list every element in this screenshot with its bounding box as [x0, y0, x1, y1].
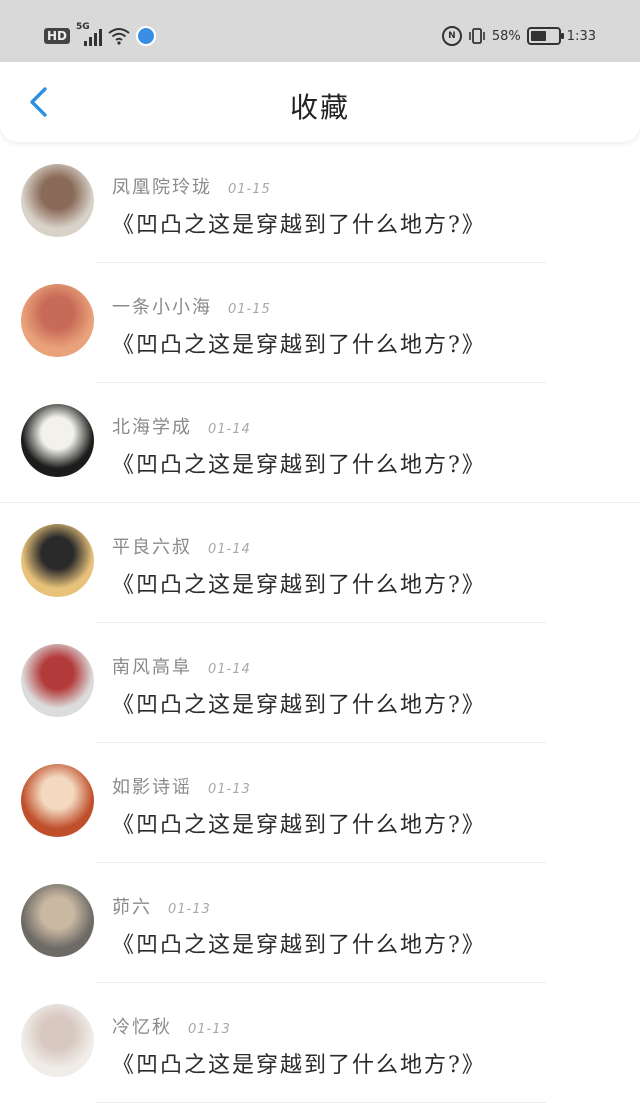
favorite-title[interactable]: 《凹凸之这是穿越到了什么地方?》	[112, 447, 486, 479]
nfc-icon: N	[441, 26, 462, 46]
post-date: 01-14	[208, 422, 251, 437]
favorite-title[interactable]: 《凹凸之这是穿越到了什么地方?》	[112, 687, 486, 719]
list-item[interactable]: 冷忆秋 01-13 《凹凸之这是穿越到了什么地方?》	[0, 983, 640, 1103]
avatar[interactable]	[21, 764, 94, 837]
list-item[interactable]: 茆六 01-13 《凹凸之这是穿越到了什么地方?》	[0, 863, 640, 983]
item-meta: 茆六 01-13	[112, 893, 211, 919]
list-item[interactable]: 凤凰院玲珑 01-15 《凹凸之这是穿越到了什么地方?》	[0, 143, 640, 263]
post-date: 01-14	[208, 542, 251, 557]
item-meta: 北海学成 01-14	[112, 413, 251, 439]
avatar[interactable]	[21, 404, 94, 477]
user-name: 一条小小海	[112, 297, 212, 318]
user-name: 茆六	[112, 897, 152, 918]
post-date: 01-13	[188, 1022, 231, 1037]
status-bar: HD 5G N 58% 1:33	[0, 0, 640, 62]
favorite-title[interactable]: 《凹凸之这是穿越到了什么地方?》	[112, 327, 486, 359]
item-meta: 平良六叔 01-14	[112, 533, 251, 559]
wifi-icon	[108, 28, 130, 45]
list-item[interactable]: 北海学成 01-14 《凹凸之这是穿越到了什么地方?》	[0, 383, 640, 503]
app-notification-icon	[136, 26, 157, 46]
list-item[interactable]: 南风高阜 01-14 《凹凸之这是穿越到了什么地方?》	[0, 623, 640, 743]
item-meta: 凤凰院玲珑 01-15	[112, 173, 271, 199]
hd-indicator: HD	[44, 28, 71, 44]
battery-percent: 58%	[491, 28, 521, 44]
user-name: 凤凰院玲珑	[112, 177, 212, 198]
avatar[interactable]	[21, 1004, 94, 1077]
post-date: 01-13	[208, 782, 251, 797]
favorite-title[interactable]: 《凹凸之这是穿越到了什么地方?》	[112, 807, 486, 839]
user-name: 如影诗谣	[112, 777, 192, 798]
page-title: 收藏	[289, 91, 350, 124]
vibrate-icon	[469, 28, 485, 44]
avatar[interactable]	[21, 284, 94, 357]
user-name: 平良六叔	[112, 537, 192, 558]
avatar[interactable]	[21, 164, 94, 237]
battery-icon	[526, 27, 564, 45]
post-date: 01-14	[208, 662, 251, 677]
favorite-title[interactable]: 《凹凸之这是穿越到了什么地方?》	[112, 207, 486, 239]
list-item[interactable]: 平良六叔 01-14 《凹凸之这是穿越到了什么地方?》	[0, 503, 640, 623]
avatar[interactable]	[21, 644, 94, 717]
favorite-title[interactable]: 《凹凸之这是穿越到了什么地方?》	[112, 1047, 486, 1079]
user-name: 北海学成	[112, 417, 192, 438]
favorites-list: 凤凰院玲珑 01-15 《凹凸之这是穿越到了什么地方?》 一条小小海 01-15 《凹凸之…	[0, 143, 640, 1103]
post-date: 01-15	[228, 182, 271, 197]
favorite-title[interactable]: 《凹凸之这是穿越到了什么地方?》	[112, 927, 486, 959]
clock: 1:33	[566, 28, 596, 44]
item-meta: 如影诗谣 01-13	[112, 773, 251, 799]
avatar[interactable]	[21, 884, 94, 957]
post-date: 01-13	[168, 902, 211, 917]
list-item[interactable]: 一条小小海 01-15 《凹凸之这是穿越到了什么地方?》	[0, 263, 640, 383]
title-bar: 收藏	[0, 62, 640, 142]
user-name: 冷忆秋	[112, 1017, 172, 1038]
signal-icon: 5G	[76, 22, 103, 46]
avatar[interactable]	[21, 524, 94, 597]
item-meta: 冷忆秋 01-13	[112, 1013, 231, 1039]
item-meta: 南风高阜 01-14	[112, 653, 251, 679]
post-date: 01-15	[228, 302, 271, 317]
item-meta: 一条小小海 01-15	[112, 293, 271, 319]
favorite-title[interactable]: 《凹凸之这是穿越到了什么地方?》	[112, 567, 486, 599]
list-item[interactable]: 如影诗谣 01-13 《凹凸之这是穿越到了什么地方?》	[0, 743, 640, 863]
user-name: 南风高阜	[112, 657, 192, 678]
